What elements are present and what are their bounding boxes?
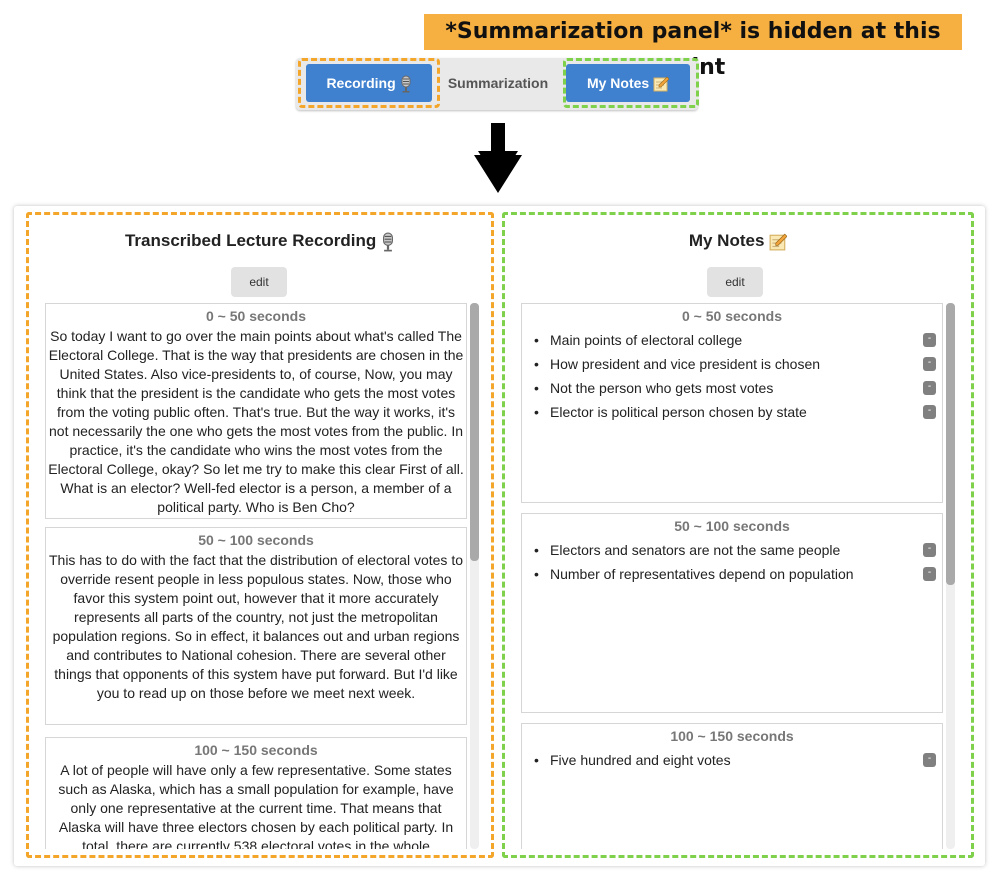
remove-note-button[interactable]: -	[923, 753, 936, 767]
note-item: • Main points of electoral college -	[522, 328, 942, 352]
note-item: • Five hundred and eight votes -	[522, 748, 942, 772]
recording-scrollbar-thumb[interactable]	[470, 303, 479, 561]
segment-transcript-text: So today I want to go over the main poin…	[48, 328, 464, 515]
note-text: Electors and senators are not the same p…	[550, 542, 841, 558]
segment-time-range: 0 ~ 50 seconds	[205, 308, 306, 324]
note-text: Not the person who gets most votes	[550, 380, 774, 396]
note-item: • Elector is political person chosen by …	[522, 400, 942, 424]
note-text: Number of representatives depend on popu…	[550, 566, 854, 582]
note-item: • How president and vice president is ch…	[522, 352, 942, 376]
notes-segments-scroll[interactable]: 0 ~ 50 seconds • Main points of electora…	[521, 303, 955, 849]
note-text: Elector is political person chosen by st…	[550, 404, 807, 420]
recording-tab-highlight	[298, 58, 440, 108]
notes-edit-button[interactable]: edit	[707, 267, 763, 297]
down-arrow-icon	[470, 121, 526, 195]
notes-segment: 50 ~ 100 seconds • Electors and senators…	[521, 513, 943, 713]
note-item: • Number of representatives depend on po…	[522, 562, 942, 586]
notes-scrollbar[interactable]	[946, 303, 955, 849]
tab-summarization[interactable]: Summarization	[436, 64, 560, 102]
bullet-icon: •	[534, 332, 539, 348]
segment-time-range: 100 ~ 150 seconds	[670, 728, 794, 744]
bullet-icon: •	[534, 356, 539, 372]
remove-note-button[interactable]: -	[923, 357, 936, 371]
transcript-segment: 50 ~ 100 seconds This has to do with the…	[45, 527, 467, 725]
notes-segment: 100 ~ 150 seconds • Five hundred and eig…	[521, 723, 943, 849]
notes-tab-highlight	[563, 58, 699, 108]
recording-panel-title-text: Transcribed Lecture Recording	[124, 231, 377, 250]
tab-summarization-label: Summarization	[447, 75, 549, 91]
note-text: How president and vice president is chos…	[550, 356, 821, 372]
segment-time-range: 50 ~ 100 seconds	[674, 518, 790, 534]
remove-note-button[interactable]: -	[923, 333, 936, 347]
segment-time-range: 0 ~ 50 seconds	[681, 308, 782, 324]
bullet-icon: •	[534, 404, 539, 420]
notes-panel-title-text: My Notes	[688, 231, 765, 250]
bullet-icon: •	[534, 542, 539, 558]
notes-panel-title: My Notes	[505, 231, 971, 251]
remove-note-button[interactable]: -	[923, 543, 936, 557]
note-list: • Five hundred and eight votes -	[522, 748, 942, 772]
note-item: • Not the person who gets most votes -	[522, 376, 942, 400]
remove-note-button[interactable]: -	[923, 381, 936, 395]
bullet-icon: •	[534, 752, 539, 768]
memo-icon	[769, 231, 788, 250]
recording-panel: Transcribed Lecture Recording edit 0 ~ 5…	[26, 212, 494, 858]
remove-note-button[interactable]: -	[923, 567, 936, 581]
recording-panel-title: Transcribed Lecture Recording	[29, 231, 491, 252]
note-list: • Main points of electoral college - • H…	[522, 328, 942, 424]
notes-scrollbar-thumb[interactable]	[946, 303, 955, 585]
note-item: • Electors and senators are not the same…	[522, 538, 942, 562]
note-text: Five hundred and eight votes	[550, 752, 731, 768]
notes-segment: 0 ~ 50 seconds • Main points of electora…	[521, 303, 943, 503]
transcript-segment: 100 ~ 150 seconds A lot of people will h…	[45, 737, 467, 849]
recording-scrollbar[interactable]	[470, 303, 479, 849]
bullet-icon: •	[534, 380, 539, 396]
microphone-icon	[381, 231, 395, 251]
bullet-icon: •	[534, 566, 539, 582]
recording-edit-button[interactable]: edit	[231, 267, 287, 297]
remove-note-button[interactable]: -	[923, 405, 936, 419]
segment-transcript-text: A lot of people will have only a few rep…	[58, 762, 454, 849]
recording-segments-scroll[interactable]: 0 ~ 50 seconds So today I want to go ove…	[45, 303, 479, 849]
note-text: Main points of electoral college	[550, 332, 743, 348]
segment-time-range: 50 ~ 100 seconds	[198, 532, 314, 548]
notes-panel: My Notes edit 0 ~ 50 seconds • Main poin…	[502, 212, 974, 858]
hidden-panel-annotation: *Summarization panel* is hidden at this …	[424, 14, 962, 80]
segment-transcript-text: This has to do with the fact that the di…	[48, 552, 463, 701]
transcript-segment: 0 ~ 50 seconds So today I want to go ove…	[45, 303, 467, 519]
note-list: • Electors and senators are not the same…	[522, 538, 942, 586]
segment-time-range: 100 ~ 150 seconds	[194, 742, 318, 758]
